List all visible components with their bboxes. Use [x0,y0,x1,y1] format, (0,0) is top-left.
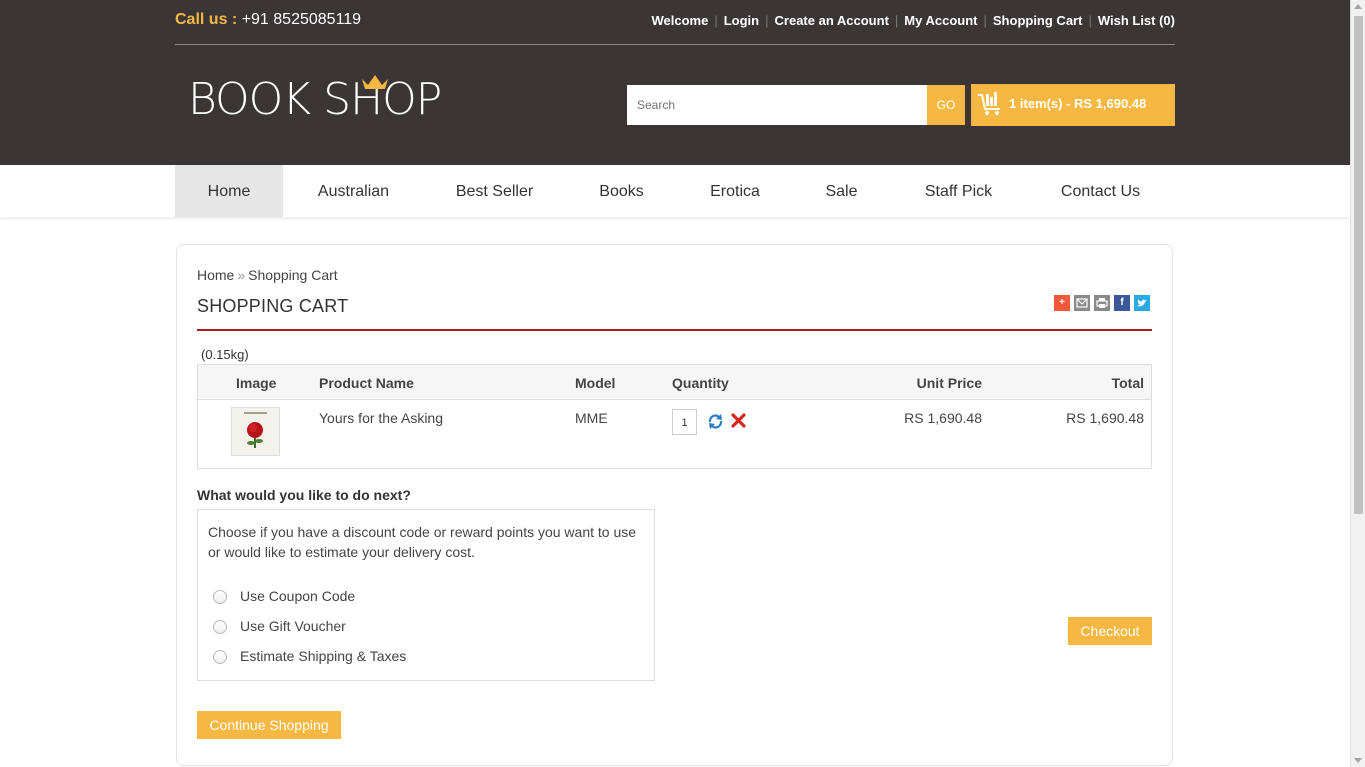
product-name-link[interactable]: Yours for the Asking [319,410,443,426]
facebook-icon[interactable]: f [1114,295,1130,311]
nav-item-books[interactable]: Books [565,165,678,217]
email-icon[interactable] [1074,295,1090,311]
separator: | [714,13,718,28]
coupon-radio[interactable] [213,590,227,604]
nav-item-best-seller[interactable]: Best Seller [424,165,565,217]
header-quantity: Quantity [672,375,729,391]
cart-weight: (0.15kg) [201,347,249,362]
nav-item-australian[interactable]: Australian [283,165,424,217]
cart-table: Image Product Name Model Quantity Unit P… [197,364,1152,469]
page: Call us : +91 8525085119 Welcome | Login… [0,0,1350,767]
nav-item-contact-us[interactable]: Contact Us [1026,165,1175,217]
shopping-cart-icon [978,92,1000,115]
scrollbar-thumb[interactable] [1354,16,1363,514]
voucher-label[interactable]: Use Gift Voucher [240,618,346,634]
phone-number: +91 8525085119 [241,11,362,28]
quantity-input[interactable]: 1 [672,409,697,435]
search-go-button[interactable]: GO [927,85,965,125]
twitter-icon[interactable] [1134,295,1150,311]
remove-item-icon[interactable] [731,413,746,428]
breadcrumb-current[interactable]: Shopping Cart [248,267,338,283]
nav-items: Home Australian Best Seller Books Erotic… [175,165,1175,217]
welcome-text: Welcome [651,13,709,28]
shipping-radio[interactable] [213,650,227,664]
content-panel [176,244,1173,766]
nav-item-sale[interactable]: Sale [792,165,891,217]
scroll-up-icon[interactable] [1354,4,1362,9]
separator: | [1088,13,1092,28]
separator: | [765,13,769,28]
shopping-cart-link[interactable]: Shopping Cart [993,13,1083,28]
next-steps-title: What would you like to do next? [197,487,411,503]
update-refresh-icon[interactable] [707,413,724,430]
separator: | [983,13,987,28]
header-product-name: Product Name [319,375,414,391]
call-us-label: Call us : [175,11,238,28]
crown-icon [362,75,388,89]
next-steps-description: Choose if you have a discount code or re… [208,524,637,560]
continue-shopping-button[interactable]: Continue Shopping [197,711,341,739]
breadcrumb-home[interactable]: Home [197,267,234,283]
line-total: RS 1,690.48 [1066,410,1144,426]
nav-item-staff-pick[interactable]: Staff Pick [891,165,1026,217]
print-icon[interactable] [1094,295,1110,311]
shipping-label[interactable]: Estimate Shipping & Taxes [240,648,406,664]
search-input[interactable] [627,85,927,125]
nav-item-home[interactable]: Home [175,165,283,217]
scroll-down-icon[interactable] [1354,758,1362,763]
header-image: Image [236,375,277,391]
top-bar: Call us : +91 8525085119 Welcome | Login… [175,0,1175,45]
cart-summary-button[interactable]: 1 item(s) - RS 1,690.48 [971,84,1175,126]
call-us: Call us : +91 8525085119 [175,11,361,29]
my-account-link[interactable]: My Account [904,13,977,28]
addthis-icon[interactable]: + [1054,295,1070,311]
nav-item-erotica[interactable]: Erotica [678,165,792,217]
separator: | [894,13,899,28]
main-nav: Home Australian Best Seller Books Erotic… [0,165,1350,217]
breadcrumb-separator: » [237,267,246,283]
top-links: Welcome | Login | Create an Account | My… [652,13,1176,28]
coupon-label[interactable]: Use Coupon Code [240,588,355,604]
checkout-button[interactable]: Checkout [1068,617,1152,645]
create-account-link[interactable]: Create an Account [775,13,889,28]
vertical-scrollbar[interactable] [1350,0,1365,767]
cart-summary-text: 1 item(s) - RS 1,690.48 [1009,96,1147,111]
breadcrumb: Home» Shopping Cart [197,267,338,283]
header-total: Total [1111,375,1144,391]
login-link[interactable]: Login [724,13,759,28]
product-thumbnail[interactable] [231,407,280,456]
header-unit-price: Unit Price [916,375,982,391]
share-toolbar: + f [1054,295,1150,311]
header-model: Model [575,375,616,391]
title-divider [197,329,1152,331]
unit-price: RS 1,690.48 [904,410,982,426]
site-logo[interactable]: BOOK SHOP [188,74,442,125]
table-header: Image Product Name Model Quantity Unit P… [198,365,1151,400]
product-model: MME [575,410,608,426]
page-title: SHOPPING CART [197,296,349,316]
wish-list-link[interactable]: Wish List (0) [1098,13,1175,28]
voucher-radio[interactable] [213,620,227,634]
next-steps-box: Choose if you have a discount code or re… [197,509,655,681]
